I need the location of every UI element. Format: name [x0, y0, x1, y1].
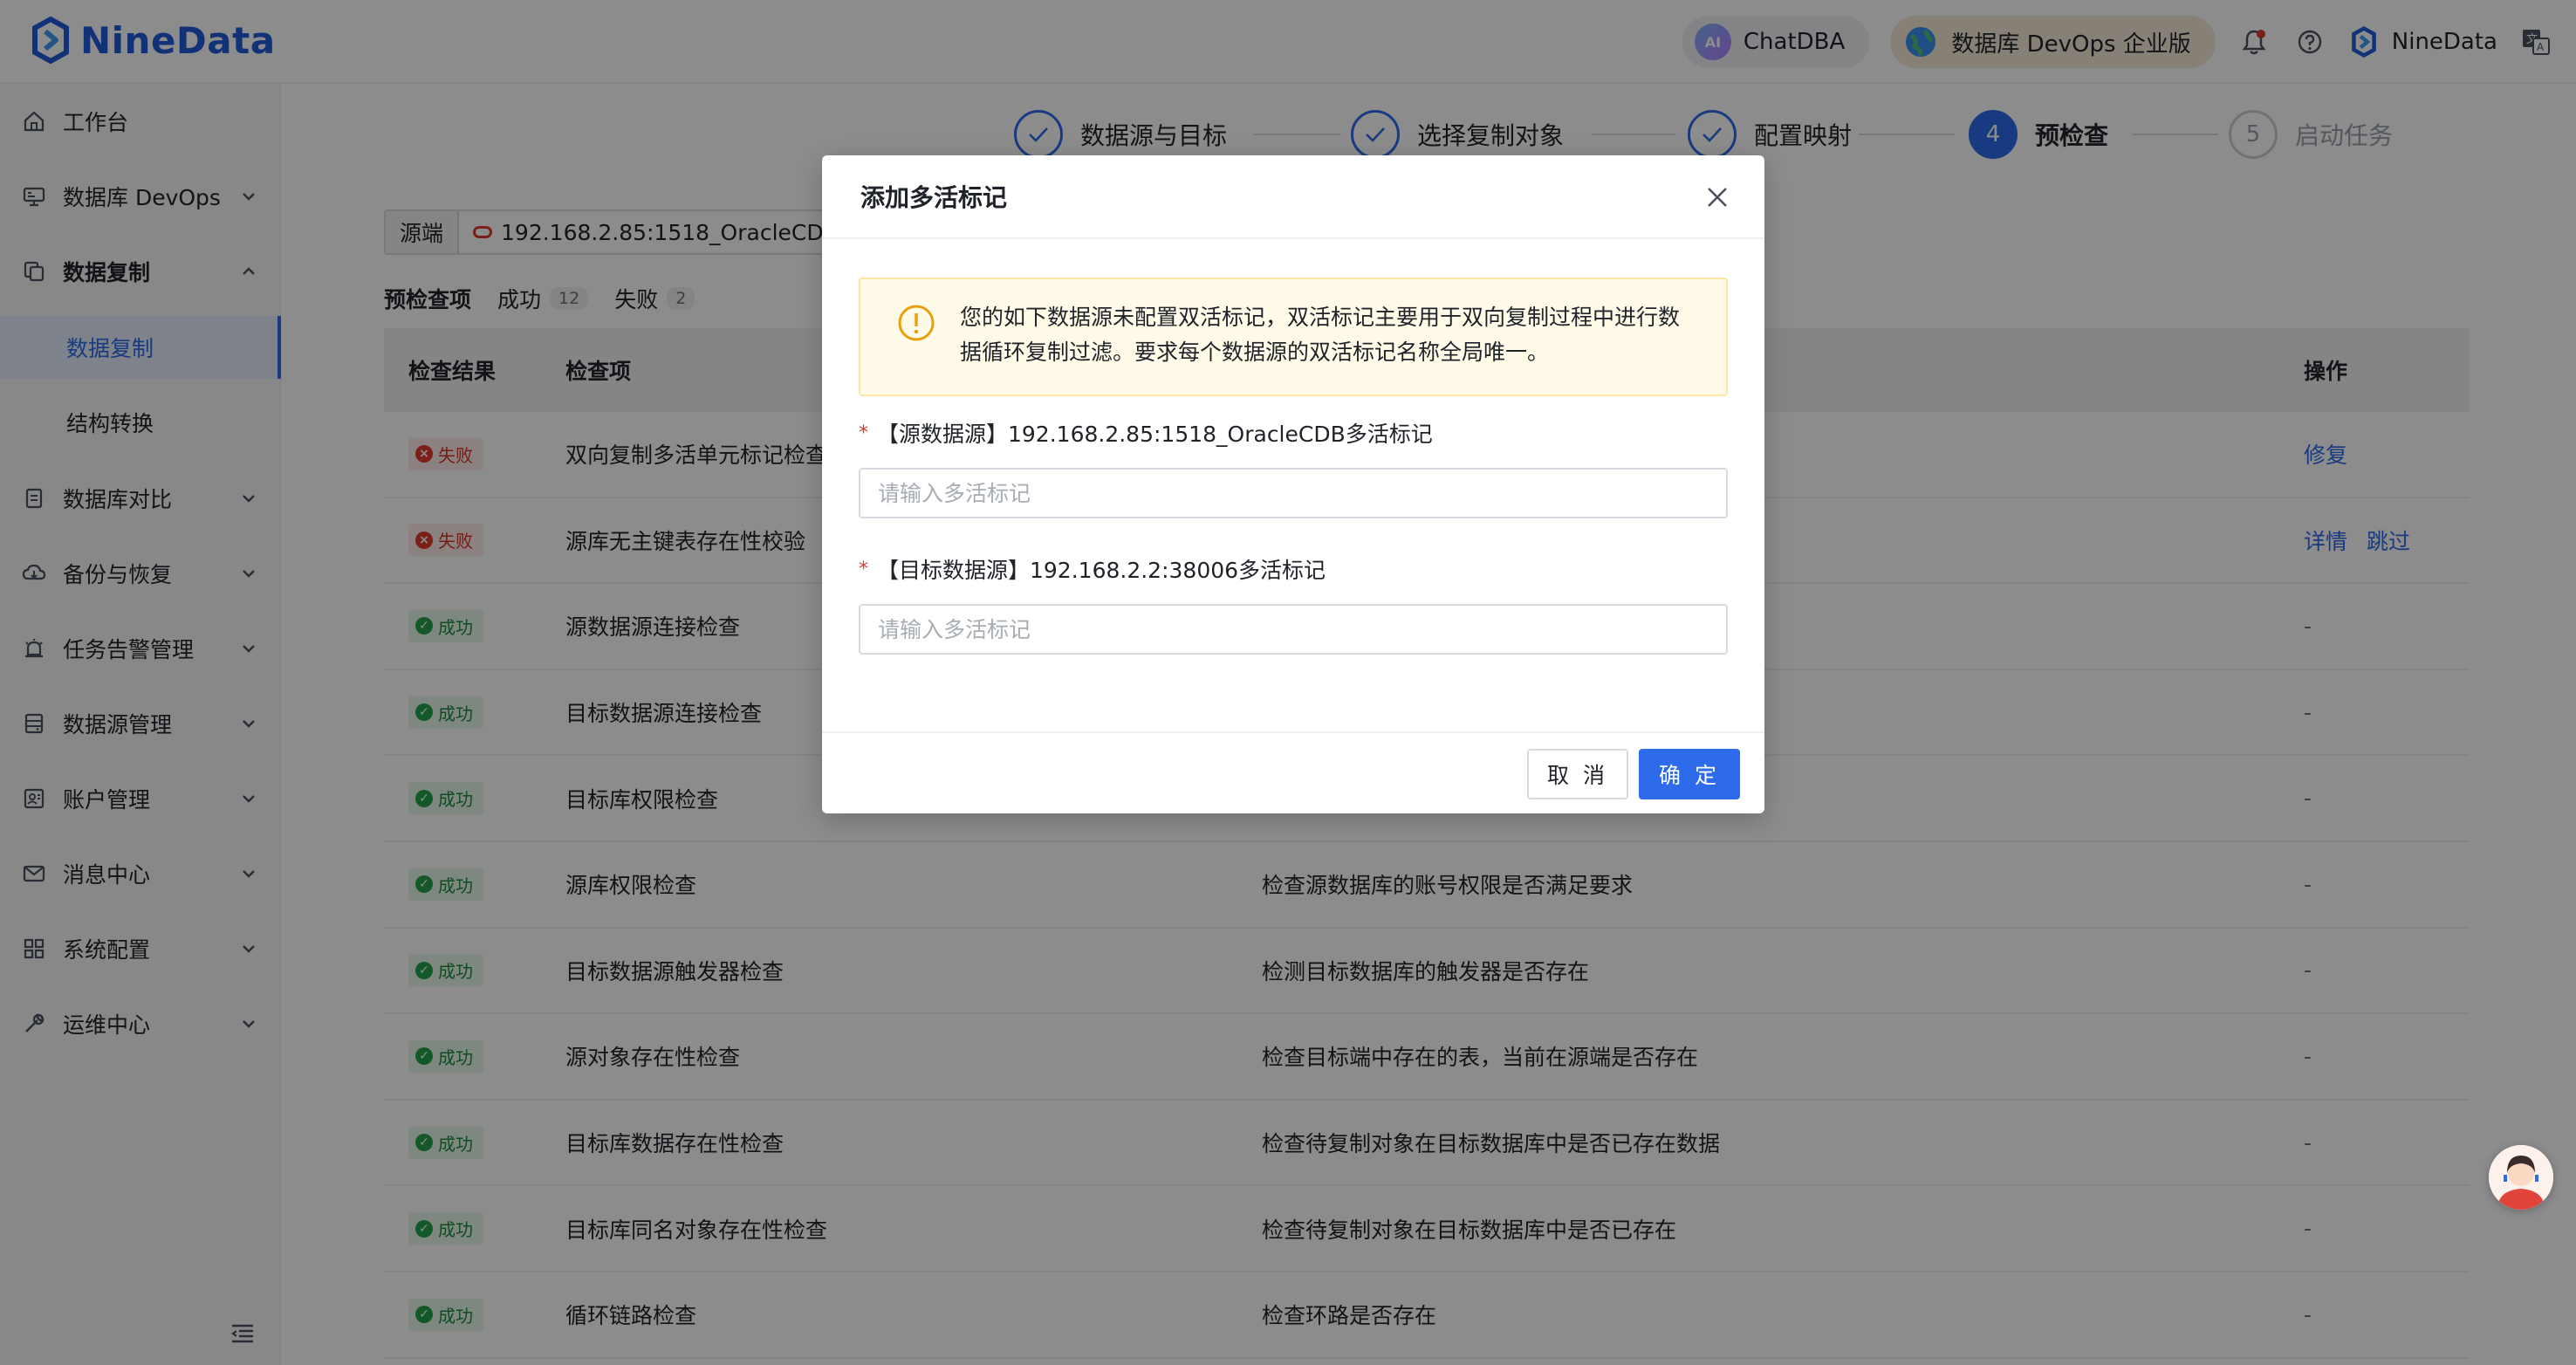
- dialog-footer: 取 消 确 定: [822, 731, 1764, 813]
- dialog-header: 添加多活标记: [822, 155, 1764, 239]
- dialog-title: 添加多活标记: [860, 183, 1008, 212]
- target-marker-input[interactable]: [859, 604, 1728, 655]
- source-marker-input[interactable]: [859, 468, 1728, 518]
- support-avatar-button[interactable]: [2489, 1145, 2553, 1210]
- required-mark: *: [859, 422, 868, 444]
- cancel-button[interactable]: 取 消: [1527, 749, 1628, 799]
- target-marker-label: * 【目标数据源】192.168.2.2:38006多活标记: [859, 553, 1326, 585]
- required-mark: *: [859, 558, 868, 580]
- add-active-marker-dialog: 添加多活标记 您的如下数据源未配置双活标记，双活标记主要用于双向复制过程中进行数…: [822, 155, 1764, 813]
- alert-text: 您的如下数据源未配置双活标记，双活标记主要用于双向复制过程中进行数据循环复制过滤…: [960, 305, 1681, 365]
- source-marker-label-text: 【源数据源】192.168.2.85:1518_OracleCDB多活标记: [877, 422, 1433, 447]
- close-icon[interactable]: [1702, 182, 1733, 213]
- warning-alert: 您的如下数据源未配置双活标记，双活标记主要用于双向复制过程中进行数据循环复制过滤…: [859, 278, 1728, 396]
- source-marker-label: * 【源数据源】192.168.2.85:1518_OracleCDB多活标记: [859, 417, 1433, 449]
- warning-icon: [898, 305, 935, 341]
- confirm-button[interactable]: 确 定: [1639, 749, 1740, 799]
- support-agent-icon: [2489, 1145, 2553, 1210]
- target-marker-label-text: 【目标数据源】192.168.2.2:38006多活标记: [877, 558, 1326, 583]
